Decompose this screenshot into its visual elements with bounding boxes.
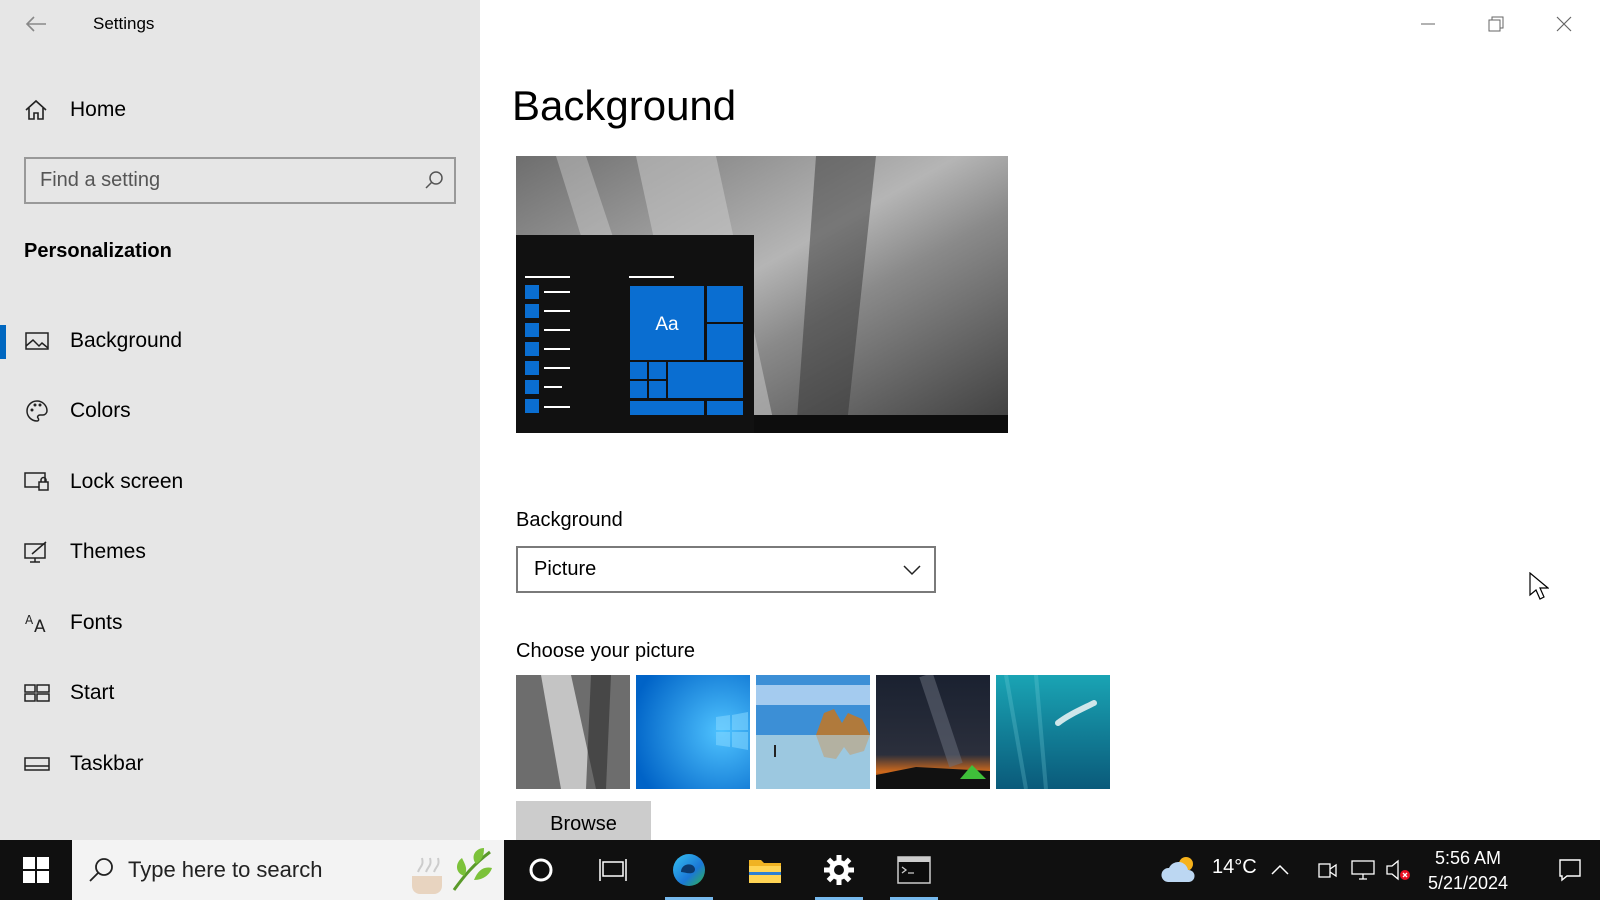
- page-title: Background: [512, 82, 737, 129]
- meet-now-button[interactable]: [1314, 840, 1342, 900]
- background-type-dropdown[interactable]: Picture: [516, 546, 936, 593]
- edge-browser-icon: [673, 854, 705, 886]
- mouse-cursor: [1529, 572, 1549, 600]
- nav-item-label: Fonts: [70, 611, 123, 634]
- network-button[interactable]: [1348, 840, 1378, 900]
- camera-icon: [1318, 863, 1337, 878]
- browse-button[interactable]: Browse: [516, 801, 651, 843]
- nav-item-taskbar[interactable]: Taskbar: [0, 736, 480, 792]
- thumbnail-beach-rocks[interactable]: [756, 675, 870, 789]
- nav-item-label: Background: [70, 329, 183, 352]
- thumbnail-windows-blue[interactable]: [636, 675, 750, 789]
- nav-item-label: Taskbar: [70, 752, 144, 775]
- search-icon[interactable]: [424, 170, 444, 195]
- back-button[interactable]: [20, 10, 52, 38]
- picture-icon: [24, 328, 50, 354]
- thumbnail-underwater-swimmer[interactable]: [996, 675, 1110, 789]
- close-icon: [1556, 16, 1572, 32]
- action-center-button[interactable]: [1540, 840, 1600, 900]
- search-highlight-icon: [412, 848, 492, 894]
- speaker-muted-icon: [1386, 859, 1410, 881]
- taskbar-search-box[interactable]: Type here to search: [72, 840, 504, 900]
- preview-wallpaper: Aa: [516, 156, 1008, 433]
- picture-thumbnails: [516, 675, 1110, 789]
- weather-temperature: 14°C: [1212, 856, 1257, 878]
- nav-item-lock-screen[interactable]: Lock screen: [0, 454, 480, 510]
- search-icon: [89, 858, 113, 882]
- settings-search-box[interactable]: [24, 157, 456, 204]
- palette-icon: [24, 398, 50, 424]
- nav-item-themes[interactable]: Themes: [0, 524, 480, 580]
- file-explorer-button[interactable]: [735, 840, 795, 900]
- settings-window: Settings Home Personalization Background: [0, 0, 1600, 843]
- nav-item-colors[interactable]: Colors: [0, 383, 480, 439]
- minimize-icon: [1421, 23, 1435, 25]
- notification-icon: [1559, 859, 1581, 882]
- nav-item-start[interactable]: Start: [0, 665, 480, 721]
- terminal-taskbar-button[interactable]: [884, 840, 944, 900]
- weather-widget[interactable]: [1160, 840, 1200, 900]
- themes-icon: [24, 539, 50, 565]
- nav-home[interactable]: Home: [24, 94, 126, 126]
- taskbar: Type here to search 14°C 5:56 AM 5/21/20…: [0, 840, 1600, 900]
- clock-time: 5:56 AM: [1434, 848, 1502, 868]
- taskbar-search-placeholder: Type here to search: [128, 857, 323, 882]
- nav-item-label: Lock screen: [70, 470, 184, 493]
- home-icon: [25, 99, 47, 120]
- volume-button[interactable]: [1383, 840, 1413, 900]
- nav-item-label: Colors: [70, 399, 131, 422]
- back-arrow-icon: [25, 16, 46, 32]
- cloudy-weather-icon: [1161, 857, 1195, 882]
- close-button[interactable]: [1530, 0, 1598, 48]
- window-title: Settings: [93, 14, 155, 33]
- edge-taskbar-button[interactable]: [659, 840, 719, 900]
- start-icon: [24, 680, 50, 706]
- task-view-icon: [599, 859, 627, 881]
- thumbnail-rock-face[interactable]: [516, 675, 630, 789]
- section-title: Personalization: [24, 240, 172, 262]
- sidebar: Settings Home Personalization Background: [0, 0, 480, 840]
- taskbar-icon: [24, 751, 50, 777]
- minimize-button[interactable]: [1394, 0, 1462, 48]
- fonts-icon: AA: [24, 610, 50, 636]
- start-button[interactable]: [0, 840, 72, 900]
- restore-button[interactable]: [1462, 0, 1530, 48]
- terminal-icon: [897, 856, 931, 884]
- nav-item-label: Themes: [70, 540, 146, 563]
- choose-picture-label: Choose your picture: [516, 640, 695, 662]
- nav-item-label: Start: [70, 681, 115, 704]
- thumbnail-milky-way-tent[interactable]: [876, 675, 990, 789]
- main-content: Background Aa Background Picture Choose …: [480, 0, 1600, 843]
- chevron-up-icon: [1271, 864, 1289, 875]
- chevron-down-icon: [903, 565, 921, 576]
- taskbar-clock[interactable]: 5:56 AM 5/21/2024: [1414, 846, 1522, 896]
- desktop-preview: Aa: [516, 156, 1008, 433]
- folder-icon: [749, 860, 781, 883]
- svg-text:A: A: [25, 613, 34, 627]
- show-hidden-icons-button[interactable]: [1266, 840, 1294, 900]
- cortana-icon: [529, 858, 553, 882]
- settings-search-input[interactable]: [40, 159, 410, 202]
- settings-taskbar-button[interactable]: [809, 840, 869, 900]
- windows-logo-icon: [23, 857, 49, 883]
- clock-date: 5/21/2024: [1427, 873, 1509, 893]
- nav-item-background[interactable]: Background: [0, 313, 480, 369]
- nav-home-label: Home: [70, 98, 127, 121]
- restore-icon: [1488, 16, 1504, 32]
- lock-screen-icon: [24, 469, 50, 495]
- network-icon: [1351, 860, 1375, 880]
- cortana-button[interactable]: [511, 840, 571, 900]
- background-type-value: Picture: [534, 558, 597, 580]
- task-view-button[interactable]: [583, 840, 643, 900]
- nav-item-fonts[interactable]: AA Fonts: [0, 595, 480, 651]
- gear-icon: [824, 855, 854, 885]
- preview-tile-text: Aa: [655, 314, 679, 335]
- svg-text:A: A: [34, 617, 46, 634]
- background-setting-label: Background: [516, 509, 623, 531]
